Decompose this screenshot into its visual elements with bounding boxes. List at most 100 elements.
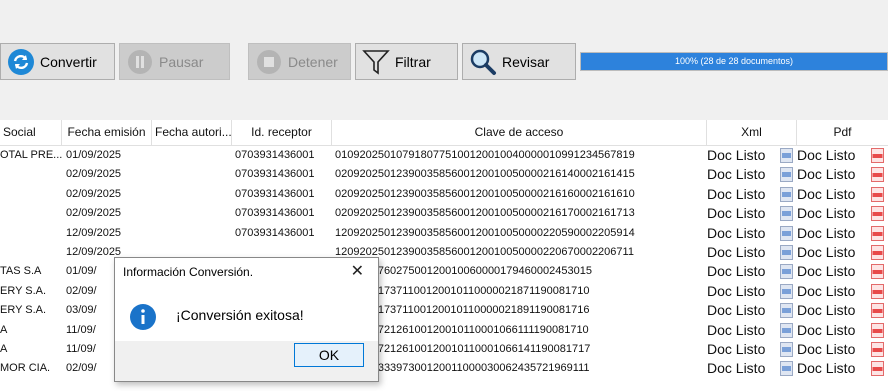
cell-id-receptor: 0703931436001: [235, 149, 315, 161]
xml-file-icon[interactable]: [780, 264, 793, 280]
grid-header: Social Fecha emisión Fecha autori... Id.…: [0, 120, 888, 146]
header-fecha-autorizacion[interactable]: Fecha autori...: [152, 120, 232, 145]
cell-clave-acceso: 5010791721261001200101100010661411900817…: [335, 343, 591, 355]
pdf-file-icon[interactable]: [871, 303, 884, 319]
xml-file-icon[interactable]: [780, 206, 793, 222]
header-xml[interactable]: Xml: [707, 120, 797, 145]
cell-pdf-status: Doc Listo: [797, 360, 856, 377]
pdf-file-icon[interactable]: [871, 322, 884, 338]
progress-bar: 100% (28 de 28 documentos): [580, 52, 888, 71]
pausar-button[interactable]: Pausar: [119, 43, 230, 80]
ok-button[interactable]: OK: [294, 343, 364, 367]
cell-xml-status: Doc Listo: [707, 341, 766, 357]
cell-clave-acceso: 5010791721261001200101100010661111900817…: [335, 323, 589, 336]
pdf-file-icon[interactable]: [871, 148, 884, 163]
dialog-title: Información Conversión.: [123, 265, 254, 279]
cell-pdf-status: Doc Listo: [797, 321, 856, 338]
cell-xml-status: Doc Listo: [707, 302, 766, 319]
cell-social: MOR CIA.: [0, 362, 51, 375]
cell-pdf-status: Doc Listo: [797, 341, 856, 357]
header-social[interactable]: Social: [0, 120, 62, 145]
cell-social: [0, 165, 62, 184]
header-clave-acceso[interactable]: Clave de acceso: [332, 120, 707, 145]
cell-social: ERY S.A.: [0, 304, 47, 317]
cell-xml-status: Doc Listo: [707, 244, 766, 260]
pdf-file-icon[interactable]: [871, 342, 884, 357]
detener-button[interactable]: Detener: [248, 43, 351, 80]
table-row[interactable]: 02/09/2025 0703931436001 02092025012390035…: [0, 165, 888, 184]
cell-clave-acceso: 5010190333973001200110000300624357219691…: [335, 362, 590, 375]
cell-social: ERY S.A.: [0, 284, 47, 297]
magnifier-icon: [469, 48, 497, 76]
cell-social: A: [0, 343, 8, 355]
xml-file-icon[interactable]: [780, 148, 793, 163]
cell-social: OTAL PRE...: [0, 149, 62, 161]
pdf-file-icon[interactable]: [871, 361, 884, 377]
cell-xml-status: Doc Listo: [707, 224, 766, 241]
revisar-label: Revisar: [502, 53, 550, 70]
pdf-file-icon[interactable]: [871, 167, 884, 183]
cell-pdf-status: Doc Listo: [797, 147, 856, 163]
header-fecha-emision[interactable]: Fecha emisión: [62, 120, 152, 145]
cell-fecha-emision: 02/09/2025: [66, 187, 122, 200]
filtrar-button[interactable]: Filtrar: [355, 43, 458, 80]
pdf-file-icon[interactable]: [871, 283, 884, 299]
cell-pdf-status: Doc Listo: [797, 205, 856, 222]
cell-clave-acceso: 5010791760275001200100600001794600024530…: [335, 265, 592, 278]
xml-file-icon[interactable]: [780, 342, 793, 357]
xml-file-icon[interactable]: [780, 225, 793, 241]
cell-xml-status: Doc Listo: [707, 360, 766, 377]
table-row[interactable]: 02/09/2025 0703931436001 02092025012390035…: [0, 185, 888, 204]
xml-file-icon[interactable]: [780, 303, 793, 319]
header-id-receptor[interactable]: Id. receptor: [232, 120, 332, 145]
filtrar-label: Filtrar: [395, 53, 431, 70]
cell-xml-status: Doc Listo: [707, 321, 766, 338]
cell-social: TAS S.A: [0, 265, 42, 278]
xml-file-icon[interactable]: [780, 245, 793, 260]
xml-file-icon[interactable]: [780, 167, 793, 183]
cell-fecha-emision: 02/09/2025: [66, 168, 122, 181]
cell-clave-acceso: 0209202501239003585600120010050000216170…: [335, 207, 635, 220]
cell-pdf-status: Doc Listo: [797, 185, 856, 202]
xml-file-icon[interactable]: [780, 186, 793, 202]
pdf-file-icon[interactable]: [871, 186, 884, 202]
cell-pdf-status: Doc Listo: [797, 166, 856, 183]
cell-xml-status: Doc Listo: [707, 205, 766, 222]
revisar-button[interactable]: Revisar: [462, 43, 576, 80]
convertir-label: Convertir: [40, 53, 97, 70]
table-row[interactable]: 02/09/2025 0703931436001 02092025012390035…: [0, 204, 888, 223]
cell-social: [0, 204, 62, 223]
cell-clave-acceso: 1209202501239003585600120010050000220670…: [335, 246, 634, 258]
cell-id-receptor: 0703931436001: [235, 226, 315, 239]
cell-fecha-emision: 02/09/2025: [66, 207, 122, 220]
close-icon[interactable]: ✕: [351, 261, 364, 281]
xml-file-icon[interactable]: [780, 361, 793, 377]
cell-xml-status: Doc Listo: [707, 166, 766, 183]
cell-social: [0, 185, 62, 204]
info-icon: [129, 303, 157, 336]
cell-pdf-status: Doc Listo: [797, 302, 856, 319]
stop-icon: [255, 48, 283, 76]
pdf-file-icon[interactable]: [871, 206, 884, 222]
header-pdf[interactable]: Pdf: [797, 120, 888, 145]
refresh-icon: [7, 48, 35, 76]
pdf-file-icon[interactable]: [871, 264, 884, 280]
pdf-file-icon[interactable]: [871, 245, 884, 260]
pdf-file-icon[interactable]: [871, 225, 884, 241]
table-row[interactable]: OTAL PRE... 01/09/2025 0703931436001 010920…: [0, 146, 888, 165]
xml-file-icon[interactable]: [780, 322, 793, 338]
convertir-button[interactable]: Convertir: [0, 43, 115, 80]
cell-xml-status: Doc Listo: [707, 263, 766, 280]
cell-clave-acceso: 0109202501079180775100120010040000010991…: [335, 149, 635, 161]
table-row[interactable]: 12/09/2025 0703931436001 12092025012390035…: [0, 224, 888, 243]
cell-xml-status: Doc Listo: [707, 185, 766, 202]
xml-file-icon[interactable]: [780, 283, 793, 299]
cell-clave-acceso: 0209202501239003585600120010050000216140…: [335, 168, 635, 181]
cell-social: [0, 224, 62, 243]
cell-clave-acceso: 5010993173711001200101100000218911900817…: [335, 304, 590, 317]
cell-clave-acceso: 1209202501239003585600120010050000220590…: [335, 226, 635, 239]
cell-pdf-status: Doc Listo: [797, 224, 856, 241]
cell-pdf-status: Doc Listo: [797, 244, 856, 260]
cell-clave-acceso: 5010993173711001200101100000218711900817…: [335, 284, 590, 297]
cell-id-receptor: 0703931436001: [235, 168, 315, 181]
